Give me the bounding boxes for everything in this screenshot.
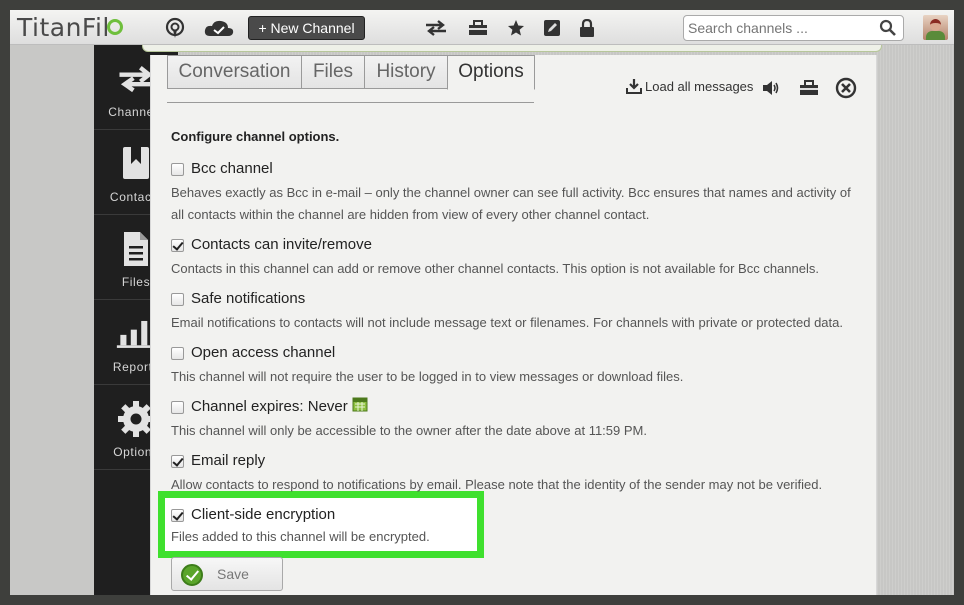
client-side-encryption-checkbox[interactable] [171,509,184,522]
broadcast-icon[interactable] [164,17,186,39]
contacts-invite-checkbox[interactable] [171,239,184,252]
load-all-label: Load all messages [645,78,754,94]
option-title: Client-side encryption [191,506,336,523]
new-channel-button[interactable]: + New Channel [248,16,365,40]
tab-options[interactable]: Options [447,55,535,90]
option-description: Files added to this channel will be encr… [171,529,430,544]
close-icon[interactable] [835,77,857,99]
open-access-checkbox[interactable] [171,347,184,360]
download-icon [626,78,642,94]
option-title: Contacts can invite/remove [191,236,372,253]
option-description: This channel will not require the user t… [171,369,684,384]
tab-history[interactable]: History [364,55,448,89]
safe-notifications-checkbox[interactable] [171,293,184,306]
edit-note-icon[interactable] [541,17,563,39]
user-avatar[interactable] [923,15,948,40]
option-title: Email reply [191,452,266,469]
search-icon[interactable] [879,19,897,37]
option-title: Open access channel [191,344,336,361]
option-title: Safe notifications [191,290,306,307]
load-all-messages-button[interactable]: Load all messages [626,78,753,94]
option-title: Channel expires: Never [191,398,348,415]
sound-icon[interactable] [760,77,782,99]
toolbox-icon[interactable] [467,17,489,39]
option-description: Behaves exactly as Bcc in e-mail – only … [171,185,851,222]
option-description: Email notifications to contacts will not… [171,315,843,330]
options-panel: Conversation Files History Options Load … [150,55,877,595]
search-input[interactable] [688,19,868,37]
save-label: Save [217,566,249,582]
star-icon[interactable] [505,17,527,39]
options-heading: Configure channel options. [171,129,340,144]
calendar-icon[interactable] [352,396,368,412]
logo-ring-icon [107,19,123,35]
option-description: This channel will only be accessible to … [171,423,647,438]
save-button[interactable]: Save [171,557,283,591]
tab-files[interactable]: Files [301,55,365,89]
option-description: Allow contacts to respond to notificatio… [171,477,823,492]
app-logo[interactable]: TitanFil [17,13,110,42]
option-title: Bcc channel [191,160,273,177]
email-reply-checkbox[interactable] [171,455,184,468]
checkmark-circle-icon [181,564,203,586]
tab-conversation[interactable]: Conversation [167,55,302,89]
app-window: TitanFil + New Channel Search channels .… [10,10,954,595]
notification-strip [142,45,882,52]
search-box [683,15,904,41]
channel-expires-checkbox[interactable] [171,401,184,414]
bcc-channel-checkbox[interactable] [171,163,184,176]
transfer-arrows-icon[interactable] [424,17,448,39]
lock-icon[interactable] [576,17,598,39]
cloud-sync-icon[interactable] [204,17,234,39]
option-description: Contacts in this channel can add or remo… [171,261,819,276]
top-bar: TitanFil + New Channel [10,10,954,45]
toolbox-icon[interactable] [798,77,820,99]
